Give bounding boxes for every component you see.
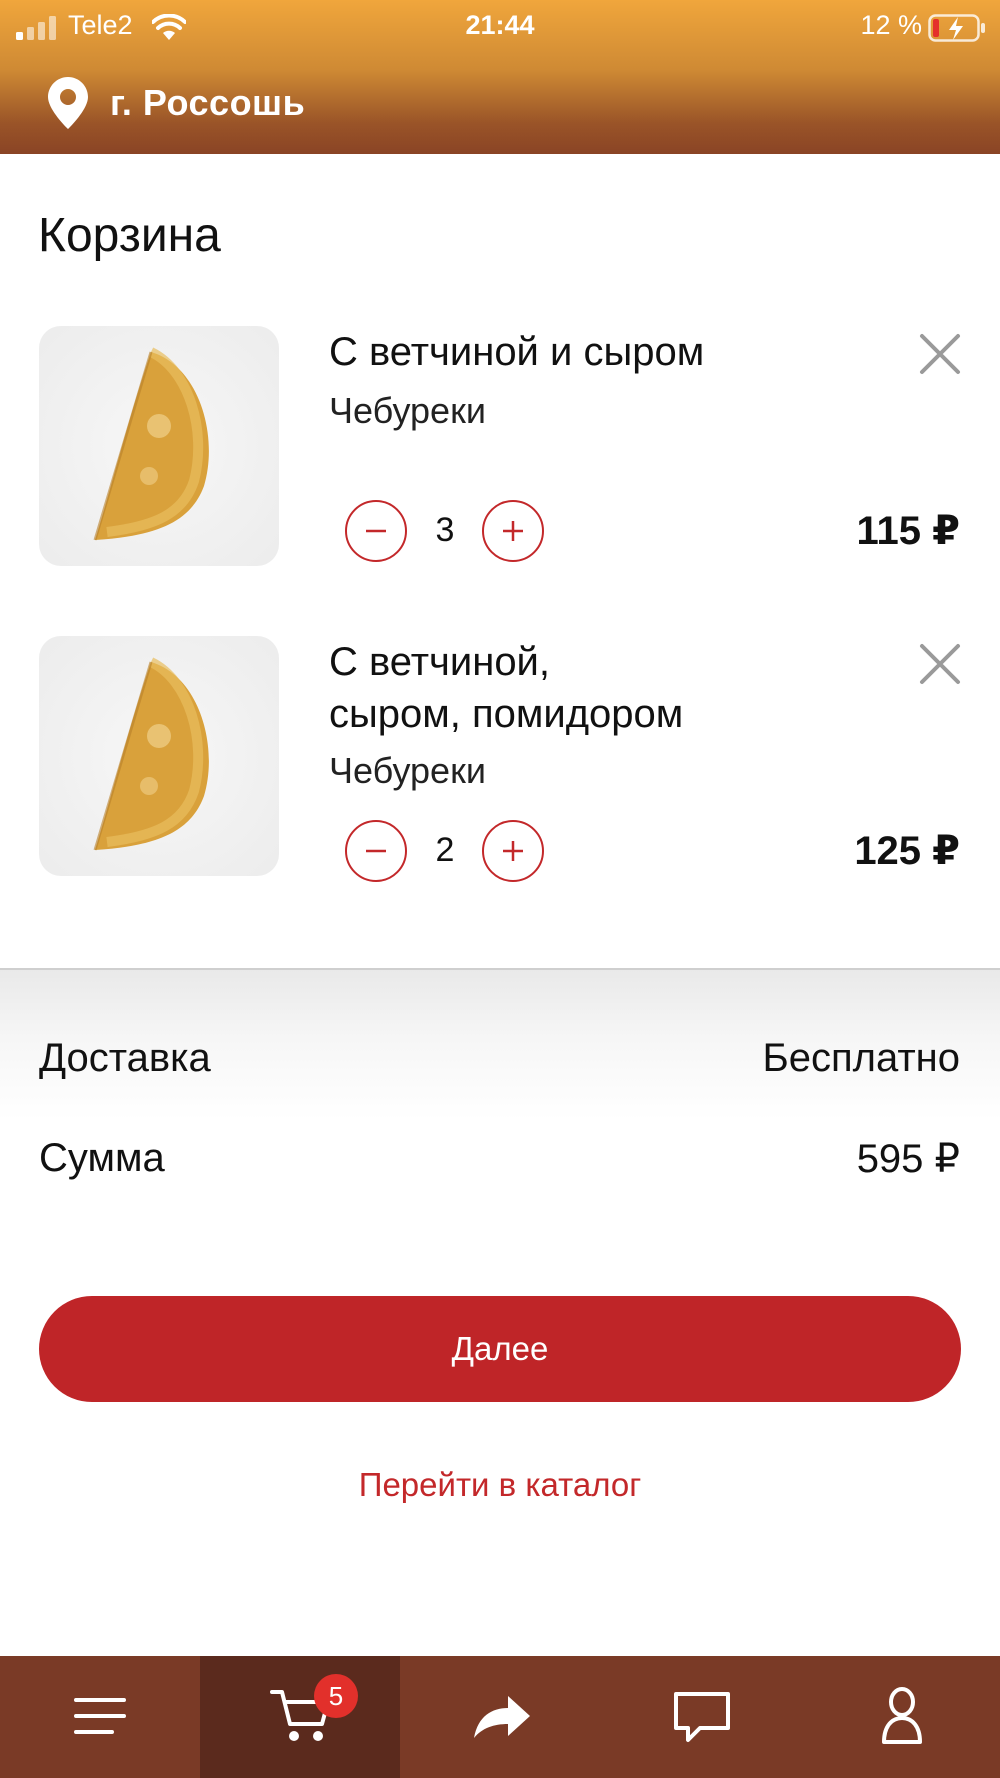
page-title: Корзина	[38, 209, 221, 262]
remove-item-button[interactable]	[916, 330, 964, 378]
decrease-quantity-button[interactable]	[345, 500, 407, 562]
product-name: С ветчиной и сыром	[329, 330, 705, 374]
tab-bar	[0, 1656, 1000, 1778]
total-value: 595 ₽	[856, 1137, 960, 1181]
clock: 21:44	[465, 10, 535, 40]
tab-share[interactable]	[400, 1656, 600, 1778]
city-name: г. Россошь	[110, 82, 306, 123]
tab-chat[interactable]	[600, 1656, 800, 1778]
next-button[interactable]: Далее	[39, 1296, 961, 1402]
tab-cart[interactable]	[200, 1656, 400, 1778]
delivery-value: Бесплатно	[762, 1036, 960, 1080]
product-image	[39, 326, 279, 566]
product-name-line2: сыром, помидором	[329, 692, 684, 736]
battery-icon	[928, 14, 985, 42]
item-price: 125 ₽	[854, 829, 960, 873]
product-image	[39, 636, 279, 876]
product-category: Чебуреки	[329, 750, 486, 791]
total-label: Сумма	[39, 1136, 165, 1180]
cheburek-image	[93, 347, 209, 541]
city-selector[interactable]: г. Россошь	[48, 76, 305, 130]
minus-icon	[366, 529, 386, 533]
remove-item-button[interactable]	[916, 640, 964, 688]
tab-profile[interactable]	[800, 1656, 1000, 1778]
quantity-value: 2	[435, 831, 455, 869]
cheburek-image	[93, 657, 209, 851]
status-bar: Tele2 21:44 12 %	[0, 8, 1000, 46]
decrease-quantity-button[interactable]	[345, 820, 407, 882]
app-header: Tele2 21:44 12 % г. Россошь	[0, 0, 1000, 154]
cart-count-badge: 5	[314, 1674, 358, 1718]
quantity-value: 3	[435, 511, 455, 549]
increase-quantity-button[interactable]	[482, 820, 544, 882]
tab-menu[interactable]	[0, 1656, 200, 1778]
increase-quantity-button[interactable]	[482, 500, 544, 562]
battery-percent: 12 %	[860, 10, 922, 40]
user-icon	[882, 1687, 922, 1744]
share-icon	[474, 1696, 530, 1738]
chat-icon	[674, 1692, 730, 1742]
go-to-catalog-link[interactable]: Перейти в каталог	[0, 1466, 1000, 1504]
item-price: 115 ₽	[856, 509, 960, 553]
minus-icon	[366, 849, 386, 853]
plus-icon	[503, 521, 523, 541]
delivery-label: Доставка	[39, 1036, 211, 1080]
plus-icon	[503, 841, 523, 861]
location-pin-icon	[48, 77, 88, 129]
product-category: Чебуреки	[329, 390, 486, 431]
product-name-line1: С ветчиной,	[329, 640, 551, 684]
menu-icon	[74, 1698, 126, 1734]
